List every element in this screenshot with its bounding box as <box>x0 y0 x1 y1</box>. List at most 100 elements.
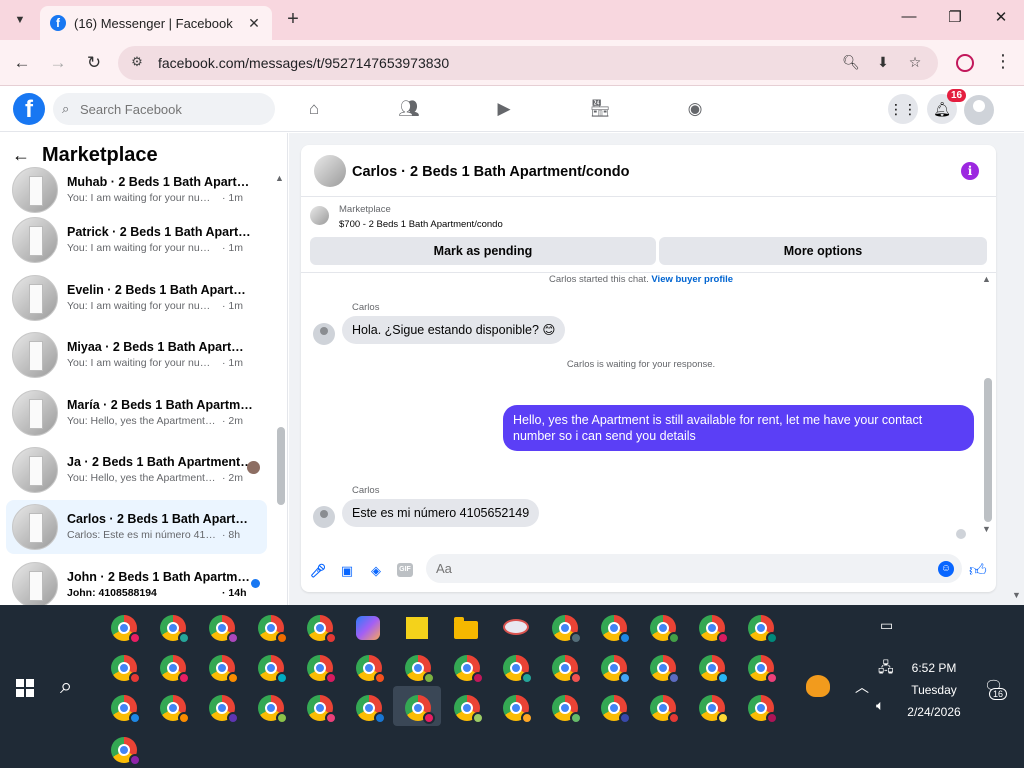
chrome-icon[interactable] <box>503 695 533 724</box>
back-icon[interactable]: ← <box>11 52 33 74</box>
view-buyer-profile-link[interactable]: View buyer profile <box>651 274 733 285</box>
chrome-icon[interactable] <box>650 695 680 724</box>
chrome-icon[interactable] <box>650 615 680 644</box>
chrome-icon[interactable] <box>552 615 582 644</box>
conversation-evelin[interactable]: Evelin · 2 Beds 1 Bath Apartmen... You: … <box>6 271 267 325</box>
chrome-icon[interactable] <box>454 695 484 724</box>
facebook-logo-icon[interactable]: f <box>13 93 45 125</box>
chrome-icon[interactable] <box>748 615 778 644</box>
url-text[interactable]: facebook.com/messages/t/9527147653973830 <box>158 55 449 71</box>
sticker-icon[interactable]: ◈ <box>367 562 385 580</box>
chrome-icon[interactable] <box>699 655 729 684</box>
chrome-icon[interactable] <box>160 655 190 684</box>
thumbs-up-icon[interactable]: 👍︎ <box>969 560 987 581</box>
chrome-icon[interactable] <box>209 695 239 724</box>
copilot-icon[interactable] <box>356 616 380 640</box>
marketplace-icon[interactable]: 🏪︎ <box>588 97 612 121</box>
chrome-icon[interactable] <box>748 655 778 684</box>
message-input[interactable] <box>426 554 962 583</box>
sticky-notes-icon[interactable] <box>406 617 428 639</box>
chrome-icon[interactable] <box>111 655 141 684</box>
chrome-icon[interactable] <box>209 615 239 644</box>
chrome-icon[interactable] <box>405 695 435 724</box>
site-info-icon[interactable]: ⚙ <box>128 54 146 72</box>
conversation-miyaa[interactable]: Miyaa · 2 Beds 1 Bath Apartmen... You: I… <box>6 328 267 382</box>
taskbar-search-icon[interactable]: ⌕ <box>60 673 72 699</box>
chrome-icon[interactable] <box>111 695 141 724</box>
chrome-icon[interactable] <box>601 615 631 644</box>
chrome-icon[interactable] <box>160 615 190 644</box>
chrome-icon[interactable] <box>552 655 582 684</box>
chrome-icon[interactable] <box>307 615 337 644</box>
microphone-icon[interactable]: 🎤︎ <box>309 562 327 580</box>
close-tab-icon[interactable]: ✕ <box>246 15 262 32</box>
chrome-icon[interactable] <box>503 655 533 684</box>
chrome-icon[interactable] <box>699 615 729 644</box>
chat-scrollbar[interactable] <box>984 378 992 522</box>
menu-grid-icon[interactable]: ⋮⋮ <box>888 94 918 124</box>
conversation-muhab[interactable]: Muhab · 2 Beds 1 Bath Apartme... You: I … <box>6 163 267 217</box>
chrome-icon[interactable] <box>601 695 631 724</box>
chrome-icon[interactable] <box>699 695 729 724</box>
chrome-icon[interactable] <box>307 695 337 724</box>
zoom-icon[interactable]: 🔍︎ <box>842 54 860 72</box>
sender-avatar[interactable] <box>313 323 335 345</box>
bookmark-star-icon[interactable]: ☆ <box>906 54 924 72</box>
gif-icon[interactable]: GIF <box>397 563 413 577</box>
network-icon[interactable]: 🖧︎ <box>878 657 894 681</box>
chrome-icon[interactable] <box>258 655 288 684</box>
chrome-icon[interactable] <box>160 695 190 724</box>
scroll-up-arrow-icon[interactable]: ▲ <box>275 173 284 183</box>
account-avatar[interactable] <box>964 95 994 125</box>
video-icon[interactable]: ▶ <box>492 97 516 121</box>
restore-icon[interactable]: ❐ <box>940 8 970 26</box>
omnibox[interactable]: ⚙ facebook.com/messages/t/95271476539738… <box>118 46 938 80</box>
chrome-icon[interactable] <box>356 695 386 724</box>
chrome-icon[interactable] <box>209 655 239 684</box>
chrome-icon[interactable] <box>307 655 337 684</box>
chrome-icon[interactable] <box>650 655 680 684</box>
more-options-button[interactable]: More options <box>659 237 987 265</box>
tab-search-chevron-icon[interactable]: ▼ <box>8 8 32 32</box>
taskbar-clock[interactable]: 6:52 PM Tuesday 2/24/2026 <box>896 657 972 723</box>
chrome-icon[interactable] <box>356 655 386 684</box>
conversation-list-scrollbar[interactable] <box>277 427 285 505</box>
page-scroll-down-icon[interactable]: ▼ <box>1012 590 1021 600</box>
forward-icon[interactable]: → <box>47 52 69 74</box>
meet-now-icon[interactable]: ▭ <box>880 617 893 634</box>
chrome-icon[interactable] <box>601 655 631 684</box>
chrome-icon[interactable] <box>258 695 288 724</box>
scroll-up-arrow-icon[interactable]: ▲ <box>982 274 991 284</box>
close-window-icon[interactable]: ✕ <box>986 8 1016 26</box>
chrome-icon[interactable] <box>748 695 778 724</box>
listing-title[interactable]: $700 - 2 Beds 1 Bath Apartment/condo <box>339 219 503 230</box>
groups-icon[interactable]: ◉ <box>683 97 707 121</box>
conversation-carlos[interactable]: Carlos · 2 Beds 1 Bath Apartmen... Carlo… <box>6 500 267 554</box>
conversation-ja[interactable]: Ja · 2 Beds 1 Bath Apartment/... You: He… <box>6 443 267 497</box>
chrome-icon[interactable] <box>258 615 288 644</box>
sender-avatar[interactable] <box>313 506 335 528</box>
chrome-icon[interactable] <box>454 655 484 684</box>
chat-title[interactable]: Carlos · 2 Beds 1 Bath Apartment/condo <box>352 164 629 180</box>
mark-pending-button[interactable]: Mark as pending <box>310 237 656 265</box>
snipping-tool-icon[interactable] <box>503 619 529 635</box>
conversation-patrick[interactable]: Patrick · 2 Beds 1 Bath Apartme... You: … <box>6 213 267 267</box>
show-hidden-icons-chevron-icon[interactable]: ︿ <box>855 677 869 697</box>
install-app-icon[interactable]: ⬇ <box>874 54 892 72</box>
emoji-icon[interactable]: ☺ <box>938 561 954 577</box>
browser-menu-icon[interactable]: ⋮ <box>994 51 1012 72</box>
file-explorer-icon[interactable] <box>454 617 478 639</box>
minimize-icon[interactable]: — <box>894 8 924 25</box>
home-icon[interactable]: ⌂ <box>302 97 326 121</box>
incoming-message[interactable]: Hola. ¿Sigue estando disponible? 😊 <box>342 316 566 344</box>
scroll-down-arrow-icon[interactable]: ▼ <box>982 524 991 534</box>
windows-start-icon[interactable] <box>16 679 34 697</box>
chrome-icon[interactable] <box>111 615 141 644</box>
facebook-search[interactable]: ⌕ <box>53 93 275 125</box>
chrome-icon[interactable] <box>111 737 141 766</box>
outgoing-message[interactable]: Hello, yes the Apartment is still availa… <box>503 405 974 451</box>
new-tab-icon[interactable]: + <box>282 8 304 30</box>
photo-icon[interactable]: ▣ <box>338 562 356 580</box>
tray-app-icon[interactable] <box>806 675 830 697</box>
chrome-icon[interactable] <box>405 655 435 684</box>
